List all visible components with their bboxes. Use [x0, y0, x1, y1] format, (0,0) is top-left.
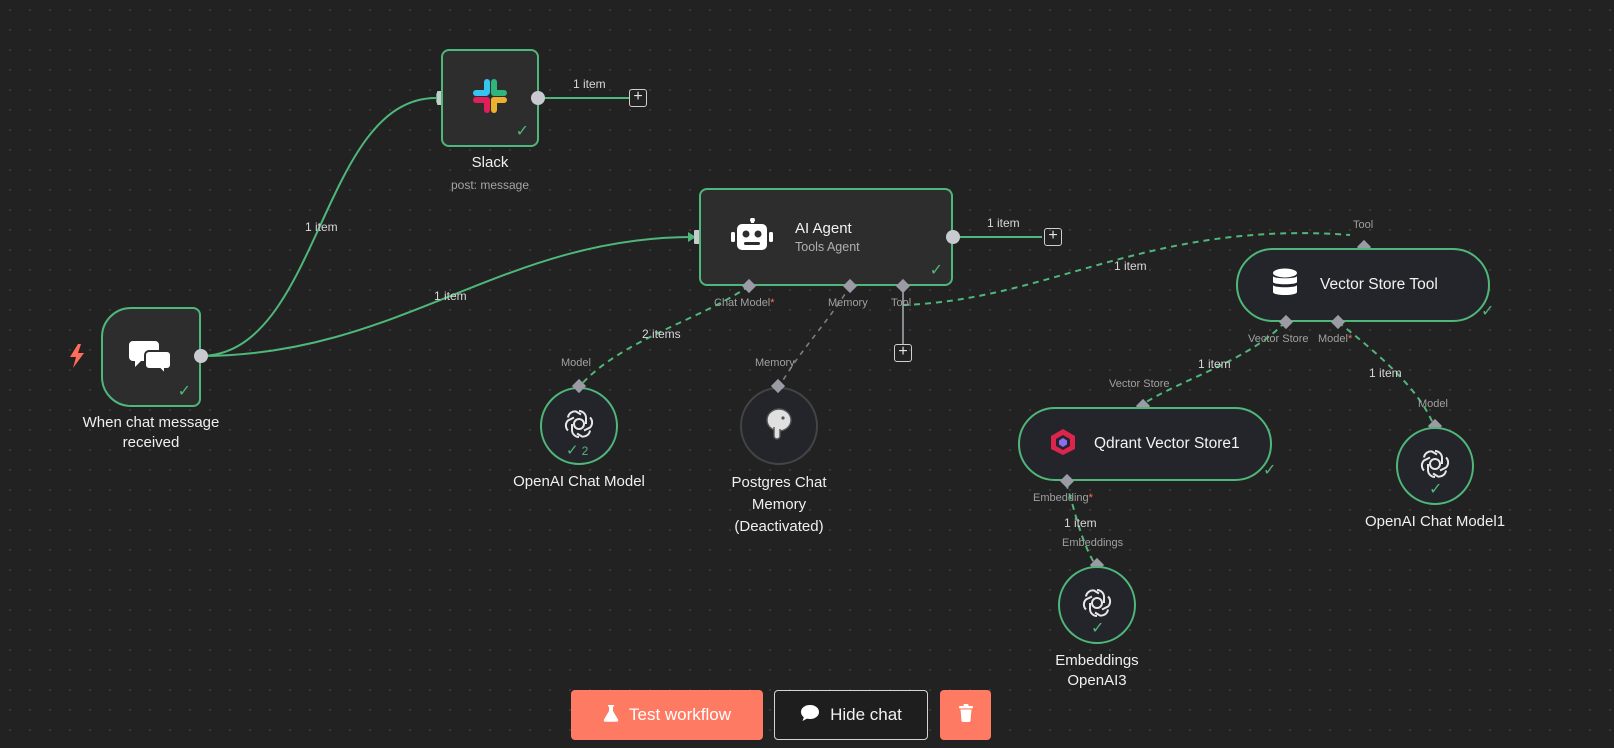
robot-icon [731, 217, 773, 257]
openai-chat-model1-node[interactable]: ✓ [1396, 427, 1474, 505]
test-workflow-label: Test workflow [628, 705, 732, 724]
trash-icon [958, 703, 974, 727]
slack-title: Slack [471, 154, 509, 171]
agent-add-node-button[interactable]: + [1044, 228, 1062, 246]
slack-icon [469, 75, 511, 122]
postgres-title: Postgres Chat Memory (Deactivated) [731, 474, 827, 535]
vector-tool-title: Vector Store Tool [1320, 276, 1438, 293]
embeddings-port-label: Embeddings [1062, 537, 1124, 549]
agent-output-handle[interactable] [946, 230, 960, 244]
check-icon: ✓ [1429, 481, 1443, 498]
openai-chat-model-node[interactable]: ✓ 2 [540, 387, 618, 465]
qdrant-top-label: Vector Store [1109, 378, 1170, 390]
slack-subtitle: post: message [450, 178, 530, 192]
postgres-icon [763, 407, 795, 446]
qdrant-embedding-label: Embedding* [1033, 492, 1093, 504]
flask-icon [603, 704, 619, 727]
openai-chat1-port-label: Model [1418, 398, 1448, 410]
agent-tool-add-button[interactable]: + [894, 344, 912, 362]
check-icon: ✓ [515, 123, 529, 140]
slack-node[interactable]: ✓ [441, 49, 539, 147]
delete-button[interactable] [940, 690, 991, 740]
edge-label-agent-model: 2 items [642, 327, 681, 341]
test-workflow-button[interactable]: Test workflow [571, 690, 763, 740]
ai-agent-node[interactable]: AI Agent Tools Agent ✓ [699, 188, 953, 286]
qdrant-vector-store-node[interactable]: Qdrant Vector Store1 [1018, 407, 1272, 481]
openai-chat-port-label: Model [561, 357, 591, 369]
check-icon: ✓ [929, 262, 943, 279]
database-icon [1272, 268, 1298, 303]
qdrant-icon [1050, 428, 1076, 461]
agent-tool-label: Tool [891, 297, 912, 309]
openai-chat-model1-title: OpenAI Chat Model1 [1364, 513, 1506, 530]
hide-chat-button[interactable]: Hide chat [774, 690, 928, 740]
agent-chatmodel-label: Chat Model* [714, 297, 775, 309]
vector-store-tool-node[interactable]: Vector Store Tool [1236, 248, 1490, 322]
edge-label-tool-vs: 1 item [1198, 357, 1231, 371]
check-icon: ✓ [1263, 462, 1277, 479]
trigger-lightning-icon [68, 344, 86, 373]
run-count: 2 [581, 444, 589, 458]
embeddings-title: Embeddings OpenAI3 [1055, 652, 1139, 689]
check-icon: ✓ [1091, 620, 1105, 637]
postgres-memory-node[interactable] [740, 387, 818, 465]
edge-label-agent-tool: 1 item [1114, 259, 1147, 273]
agent-subtitle: Tools Agent [795, 240, 860, 254]
vector-tool-top-label: Tool [1353, 219, 1374, 231]
openai-icon [563, 408, 595, 445]
chat-bubbles-icon [129, 337, 173, 378]
slack-add-node-button[interactable]: + [629, 89, 647, 107]
edge-label-tool-model: 1 item [1369, 366, 1402, 380]
openai-chat-model-title: OpenAI Chat Model [513, 473, 645, 490]
embeddings-openai-node[interactable]: ✓ [1058, 566, 1136, 644]
edge-label-agent-out: 1 item [987, 216, 1020, 230]
edge-label-slack-out: 1 item [573, 77, 606, 91]
hide-chat-label: Hide chat [830, 705, 902, 724]
edge-label-qdrant-emb: 1 item [1064, 516, 1097, 530]
chat-trigger-node[interactable]: ✓ [101, 307, 201, 407]
vector-tool-vs-label: Vector Store [1248, 333, 1309, 345]
edge-label-trigger-slack: 1 item [305, 220, 338, 234]
check-icon: ✓ [1481, 303, 1495, 320]
edge-label-trigger-agent: 1 item [434, 289, 467, 303]
check-icon: ✓ [177, 383, 191, 400]
speech-bubble-icon [800, 704, 820, 727]
agent-memory-label: Memory [828, 297, 868, 309]
vector-tool-model-label: Model* [1318, 333, 1353, 345]
slack-output-handle[interactable] [531, 91, 545, 105]
postgres-port-label: Memory [755, 357, 795, 369]
check-icon: ✓ 2 [566, 442, 589, 459]
qdrant-title: Qdrant Vector Store1 [1094, 435, 1240, 452]
agent-title: AI Agent [795, 220, 852, 237]
trigger-title: When chat message received [82, 414, 220, 451]
trigger-output-handle[interactable] [194, 349, 208, 363]
